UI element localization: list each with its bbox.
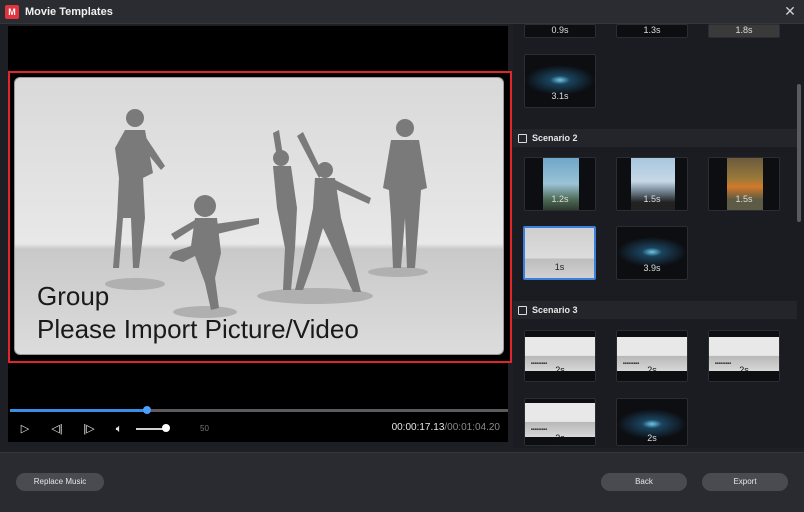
title-bar: M Movie Templates ✕ [0,0,804,24]
clip-duration: 0.9s [551,25,569,35]
clip-duration: 2s [739,365,749,375]
placeholder-instruction: Please Import Picture/Video [37,314,359,344]
clip-duration: 3.1s [551,91,569,101]
clip-duration: 1.5s [735,194,753,204]
clip-thumbnail[interactable]: ■■■■■■■■■ 2s [524,398,596,446]
clip-thumbnail[interactable]: ■■■■■■■■■ 2s [708,330,780,382]
placeholder-title: Group [37,281,110,311]
clip-thumbnail[interactable]: ■■■■■■■■■ 2s [524,330,596,382]
window-title: Movie Templates [25,5,113,18]
replace-music-button[interactable]: Replace Music [16,473,104,491]
clip-thumbnail[interactable]: 1.5s [616,157,688,211]
current-time: 00:00:17.13 [391,422,445,433]
clip-thumbnail[interactable]: 1.5s [708,157,780,211]
clip-thumbnail-selected[interactable]: 1s [523,226,596,280]
volume-value: 50 [200,424,209,433]
clip-duration: 1s [554,262,565,272]
previous-frame-icon[interactable]: ◁| [48,420,66,438]
scenario-2-label: Scenario 2 [532,133,578,143]
figure-thumbnail: ■■■■■■■■■ [525,403,595,437]
panel-scrollbar[interactable] [797,84,801,222]
volume-slider-handle[interactable] [162,424,170,432]
preview-player: Group Please Import Picture/Video ▷ ◁| |… [8,26,512,442]
clip-duration: 1.5s [643,194,661,204]
export-button[interactable]: Export [702,473,788,491]
scenario-3-header: Scenario 3 [513,301,797,319]
clip-duration: 2s [647,365,657,375]
clip-duration: 2s [647,433,657,443]
bottom-action-bar: Replace Music Back Export [0,452,804,512]
clip-duration: 2s [555,433,565,443]
clip-thumbnail[interactable]: 1.3s [616,24,688,38]
template-placeholder-card: Group Please Import Picture/Video [14,77,504,355]
copy-icon [518,305,527,315]
template-preview[interactable]: Group Please Import Picture/Video [8,71,512,363]
playback-controls: ▷ ◁| |▷ 🔈︎ 50 00:00:17.13/00:01:04.20 [8,418,508,440]
scenario-3-label: Scenario 3 [532,305,578,315]
scenario-2-header: Scenario 2 [513,129,797,147]
back-button[interactable]: Back [601,473,687,491]
clip-thumbnail[interactable]: 1.8s [708,24,780,38]
clip-duration: 3.9s [643,263,661,273]
timeline-playhead[interactable] [142,406,151,414]
timeline-progress [10,409,147,412]
clip-duration: 1.3s [643,25,661,35]
clip-thumbnail[interactable]: 1.2s [524,157,596,211]
close-icon[interactable]: ✕ [782,3,798,19]
copy-icon [518,133,527,143]
app-logo-icon: M [5,4,19,19]
time-display: 00:00:17.13/00:01:04.20 [392,422,500,433]
timeline-scrubber[interactable] [10,406,508,414]
clip-thumbnail[interactable]: ■■■■■■■■■ 2s [616,330,688,382]
next-frame-icon[interactable]: |▷ [80,420,98,438]
total-duration: /00:01:04.20 [444,422,500,433]
clip-duration: 1.8s [735,25,753,35]
play-icon[interactable]: ▷ [16,420,34,438]
clip-duration: 2s [555,365,565,375]
clip-thumbnail[interactable]: 2s [616,398,688,446]
clip-duration: 1.2s [551,194,569,204]
clip-thumbnail[interactable]: 0.9s [524,24,596,38]
clip-thumbnail[interactable]: 3.9s [616,226,688,280]
volume-icon[interactable]: 🔈︎ [110,420,128,438]
clip-thumbnail[interactable]: 3.1s [524,54,596,108]
